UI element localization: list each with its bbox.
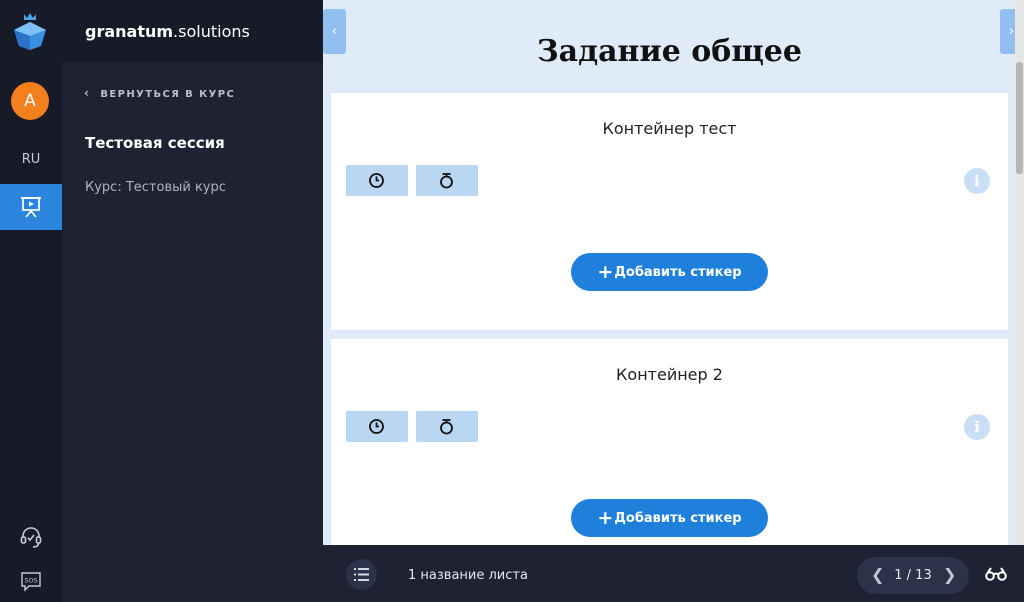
back-to-course-label: ВЕРНУТЬСЯ В КУРС bbox=[100, 89, 236, 100]
avatar[interactable]: А bbox=[11, 82, 49, 120]
presentation-nav-item[interactable] bbox=[0, 184, 62, 230]
list-icon bbox=[354, 568, 369, 581]
svg-text:SOS: SOS bbox=[24, 577, 37, 585]
presentation-icon bbox=[21, 197, 41, 218]
sos-chat-icon[interactable]: SOS bbox=[19, 570, 43, 594]
add-sticker-label: Добавить стикер bbox=[614, 265, 742, 280]
page-title: Задание общее bbox=[537, 34, 802, 69]
left-rail: А RU SOS bbox=[0, 0, 62, 602]
timer-button[interactable] bbox=[346, 411, 408, 442]
info-icon[interactable]: i bbox=[964, 168, 990, 194]
clock-icon bbox=[369, 173, 384, 188]
language-switch[interactable]: RU bbox=[0, 152, 62, 167]
stopwatch-icon bbox=[440, 419, 453, 435]
scrollbar-thumb[interactable] bbox=[1016, 62, 1023, 174]
container-title: Контейнер 2 bbox=[616, 365, 723, 384]
course-name: Курс: Тестовый курс bbox=[85, 180, 226, 195]
brand-name[interactable]: granatum.solutions bbox=[85, 22, 250, 41]
brand-header: granatum.solutions bbox=[62, 0, 323, 62]
sidebar: granatum.solutions ‹ ВЕРНУТЬСЯ В КУРС Тес… bbox=[62, 0, 323, 602]
stopwatch-button[interactable] bbox=[416, 411, 478, 442]
clock-icon bbox=[369, 419, 384, 434]
add-sticker-button[interactable]: +Добавить стикер bbox=[571, 499, 768, 537]
timer-button[interactable] bbox=[346, 165, 408, 196]
granatum-logo-icon[interactable] bbox=[10, 10, 50, 52]
main-canvas: ‹ › Задание общее Контейнер тест i +Доба… bbox=[323, 0, 1024, 545]
page-navigator: ❮ 1 / 13 ❯ bbox=[857, 557, 969, 594]
container-card: Контейнер тест i +Добавить стикер bbox=[331, 93, 1008, 330]
plus-icon: + bbox=[597, 261, 614, 283]
back-to-course-link[interactable]: ‹ ВЕРНУТЬСЯ В КУРС bbox=[84, 86, 235, 100]
info-icon[interactable]: i bbox=[964, 414, 990, 440]
chevron-right-icon[interactable]: ❯ bbox=[943, 565, 956, 584]
stopwatch-icon bbox=[440, 173, 453, 189]
plus-icon: + bbox=[597, 507, 614, 529]
headset-icon[interactable] bbox=[19, 525, 43, 549]
container-card: Контейнер 2 i +Добавить стикер bbox=[331, 339, 1008, 545]
add-sticker-label: Добавить стикер bbox=[614, 511, 742, 526]
stopwatch-button[interactable] bbox=[416, 165, 478, 196]
bottom-bar: 1 название листа ❮ 1 / 13 ❯ bbox=[323, 545, 1024, 602]
sheet-name: 1 название листа bbox=[408, 568, 528, 583]
add-sticker-button[interactable]: +Добавить стикер bbox=[571, 253, 768, 291]
container-title: Контейнер тест bbox=[602, 119, 737, 138]
chevron-left-icon: ‹ bbox=[84, 86, 91, 100]
binoculars-icon[interactable] bbox=[985, 567, 1007, 581]
scrollbar[interactable] bbox=[1015, 0, 1024, 545]
sheet-list-button[interactable] bbox=[346, 559, 377, 590]
session-title: Тестовая сессия bbox=[85, 134, 225, 152]
